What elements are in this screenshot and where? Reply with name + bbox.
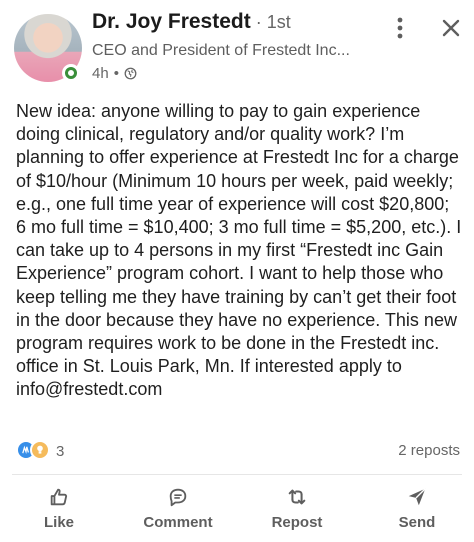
globe-icon xyxy=(124,67,137,80)
more-options-button[interactable] xyxy=(388,14,412,42)
repost-icon xyxy=(288,489,306,505)
meta-separator: • xyxy=(113,65,119,82)
more-vertical-icon xyxy=(397,17,403,39)
connection-degree: · 1st xyxy=(250,12,291,32)
like-button[interactable]: Like xyxy=(4,480,114,542)
comment-icon xyxy=(169,488,187,507)
post-header: Dr. Joy Frestedt · 1st CEO and President… xyxy=(0,0,474,90)
repost-label: Repost xyxy=(271,514,323,531)
lightbulb-icon xyxy=(30,440,50,460)
repost-button[interactable]: Repost xyxy=(242,480,352,542)
send-button[interactable]: Send xyxy=(362,480,472,542)
comment-label: Comment xyxy=(143,514,213,531)
post-time: 4h xyxy=(92,65,109,82)
author-name-line[interactable]: Dr. Joy Frestedt · 1st xyxy=(92,10,291,34)
author-name[interactable]: Dr. Joy Frestedt xyxy=(92,10,251,33)
close-icon xyxy=(442,19,460,37)
like-label: Like xyxy=(43,514,74,531)
close-button[interactable] xyxy=(438,14,464,42)
thumbs-up-icon xyxy=(50,488,68,506)
reactions-summary[interactable]: 3 xyxy=(16,440,64,462)
reaction-icons xyxy=(16,440,50,462)
author-headline: CEO and President of Frestedt Inc... xyxy=(92,42,350,59)
reaction-count: 3 xyxy=(56,442,65,460)
comment-button[interactable]: Comment xyxy=(123,480,233,542)
post-meta: 4h • xyxy=(92,65,137,82)
post-actions-bar: Like Comment Repost Send xyxy=(0,480,474,542)
reposts-count[interactable]: 2 reposts xyxy=(398,442,460,459)
actions-divider xyxy=(12,474,462,475)
avatar[interactable] xyxy=(14,14,82,82)
online-status-icon xyxy=(62,64,80,82)
post-text: New idea: anyone willing to pay to gain … xyxy=(16,101,462,400)
send-label: Send xyxy=(398,514,436,531)
send-icon xyxy=(408,488,426,506)
